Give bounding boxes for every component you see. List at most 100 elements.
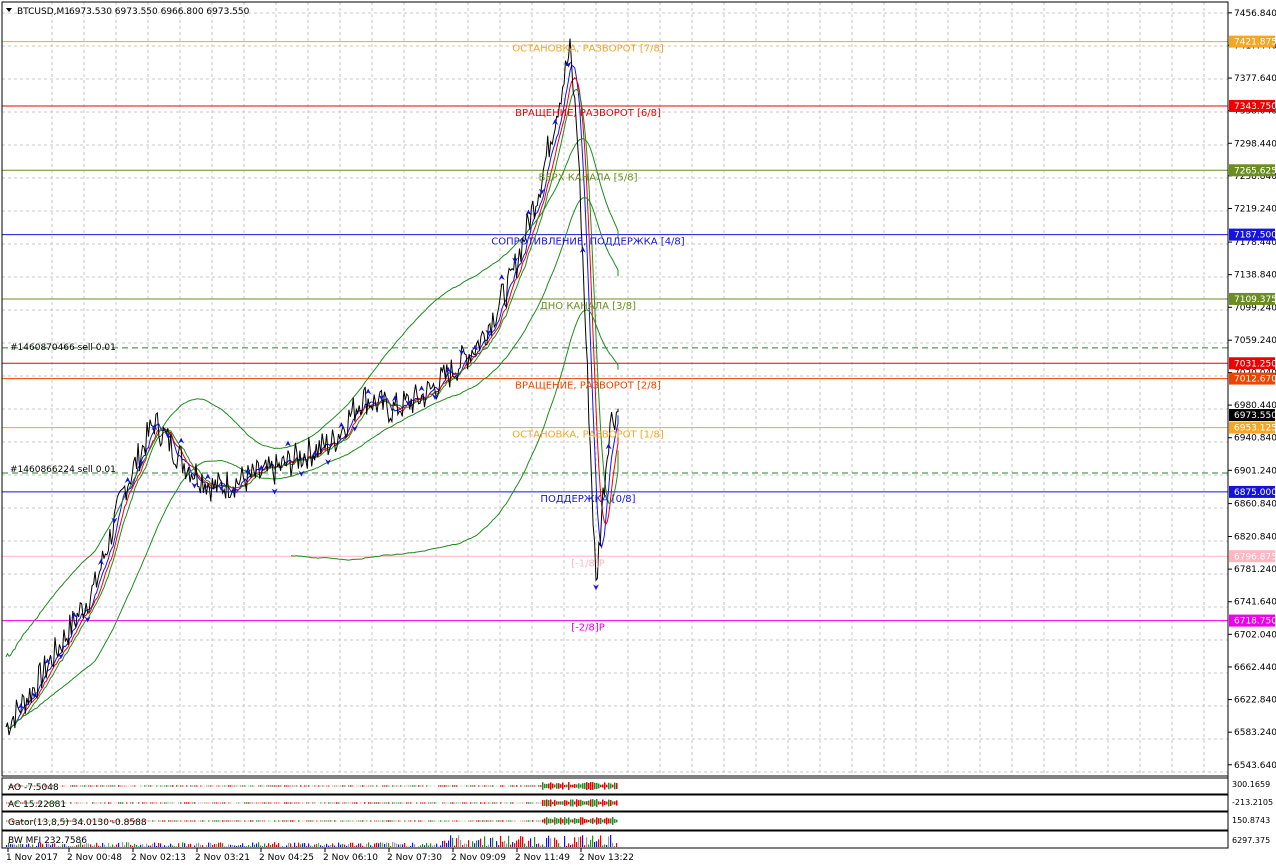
sub-histogram-bar [278, 820, 280, 822]
level-price-label: 7031.250 [1234, 359, 1276, 369]
sub-histogram-bar [270, 802, 272, 804]
sub-histogram-bar [208, 785, 210, 787]
sub-histogram-bar [604, 818, 606, 824]
level-label: ВРАЩЕНИЕ, РАЗВОРОТ [6/8] [515, 108, 661, 119]
sub-histogram-bar [434, 802, 436, 804]
sub-histogram-bar [454, 802, 456, 804]
sub-histogram-bar [48, 820, 50, 822]
sub-histogram-bar [392, 820, 394, 822]
sub-histogram-bar [356, 802, 358, 804]
sub-histogram-bar [310, 820, 312, 822]
sub-histogram-bar [274, 820, 276, 822]
sub-histogram-bar [8, 785, 10, 787]
mfi-bar [476, 840, 478, 847]
mfi-bar [108, 843, 110, 847]
sub-histogram-bar [566, 784, 568, 788]
mfi-bar [584, 845, 586, 847]
sub-histogram-bar [612, 801, 614, 805]
mfi-bar [612, 842, 614, 847]
sub-histogram-bar [448, 820, 450, 822]
sub-histogram-bar [596, 799, 598, 807]
mfi-bar [388, 843, 390, 847]
level-price-label: 7109.375 [1234, 295, 1276, 305]
mfi-bar [286, 845, 288, 847]
mfi-bar [142, 844, 144, 847]
mfi-bar [266, 845, 268, 847]
mfi-bar [532, 846, 534, 847]
sub-histogram-bar [124, 785, 126, 787]
mfi-bar [386, 842, 388, 847]
sub-histogram-bar [400, 802, 402, 804]
mfi-bar [478, 840, 480, 847]
mfi-bar [442, 840, 444, 847]
sub-histogram-bar [606, 817, 608, 825]
sub-histogram-bar [298, 802, 300, 804]
sub-histogram-bar [90, 785, 92, 787]
sub-histogram-bar [44, 785, 46, 787]
sub-histogram-bar [190, 802, 192, 804]
sub-histogram-bar [374, 802, 376, 804]
time-tick-label: 1 Nov 2017 [6, 853, 58, 863]
mfi-bar [292, 846, 294, 847]
mfi-bar [396, 843, 398, 847]
mfi-bar [340, 844, 342, 847]
sub-histogram-bar [180, 785, 182, 787]
sub-histogram-bar [540, 820, 542, 822]
mfi-bar [428, 845, 430, 847]
mfi-bar [554, 837, 556, 847]
price-tick-label: 6662.440 [1234, 663, 1276, 673]
sub-histogram-bar [616, 819, 618, 823]
sub-histogram-bar [188, 820, 190, 822]
time-tick-label: 2 Nov 03:21 [195, 853, 250, 863]
sub-histogram-bar [396, 785, 398, 787]
sub-histogram-bar [424, 802, 426, 804]
sub-histogram-bar [72, 785, 74, 787]
sub-histogram-bar [130, 802, 132, 804]
sub-histogram-bar [452, 785, 454, 787]
mfi-bar [98, 845, 100, 847]
sub-histogram-bar [176, 785, 178, 787]
mfi-bar [446, 843, 448, 847]
sub-histogram-bar [330, 820, 332, 822]
sub-histogram-bar [550, 799, 552, 807]
price-tick-label: 6820.840 [1234, 533, 1276, 543]
sub-histogram-bar [28, 802, 30, 804]
sub-histogram-bar [590, 818, 592, 824]
sub-histogram-bar [174, 820, 176, 822]
sub-histogram-bar [264, 802, 266, 804]
level-price-label: 7012.670 [1234, 375, 1276, 385]
sub-histogram-bar [316, 820, 318, 822]
mfi-bar [550, 838, 552, 847]
sub-histogram-bar [490, 785, 492, 787]
sub-histogram-bar [320, 802, 322, 804]
sub-histogram-bar [262, 802, 264, 804]
sub-histogram-bar [602, 819, 604, 823]
mfi-bar [72, 846, 74, 847]
mfi-bar [452, 837, 454, 847]
mfi-bar [524, 843, 526, 847]
mfi-bar [614, 846, 616, 847]
mfi-bar [484, 836, 486, 847]
sub-histogram-bar [246, 802, 248, 804]
sub-histogram-bar [556, 783, 558, 789]
sub-histogram-bar [200, 820, 202, 822]
mfi-bar [564, 836, 566, 847]
mfi-bar [222, 843, 224, 847]
sub-histogram-bar [414, 820, 416, 822]
sub-histogram-bar [578, 818, 580, 824]
order-label-2[interactable]: #1460866224 sell 0.01 [10, 465, 116, 475]
mfi-bar [318, 842, 320, 847]
sub-histogram-bar [484, 820, 486, 822]
mfi-bar [518, 839, 520, 847]
sub-histogram-bar [598, 801, 600, 805]
sub-histogram-bar [576, 799, 578, 807]
level-label: [-2/8]P [571, 623, 605, 634]
level-price-label: 7265.625 [1234, 166, 1276, 176]
sub-histogram-bar [574, 784, 576, 788]
sub-histogram-bar [526, 820, 528, 822]
sub-histogram-bar [492, 785, 494, 787]
time-tick-label: 2 Nov 04:25 [259, 853, 314, 863]
mfi-bar [50, 845, 52, 847]
sub-histogram-bar [62, 820, 64, 822]
order-label-1[interactable]: #1460870466 sell 0.01 [10, 343, 116, 353]
